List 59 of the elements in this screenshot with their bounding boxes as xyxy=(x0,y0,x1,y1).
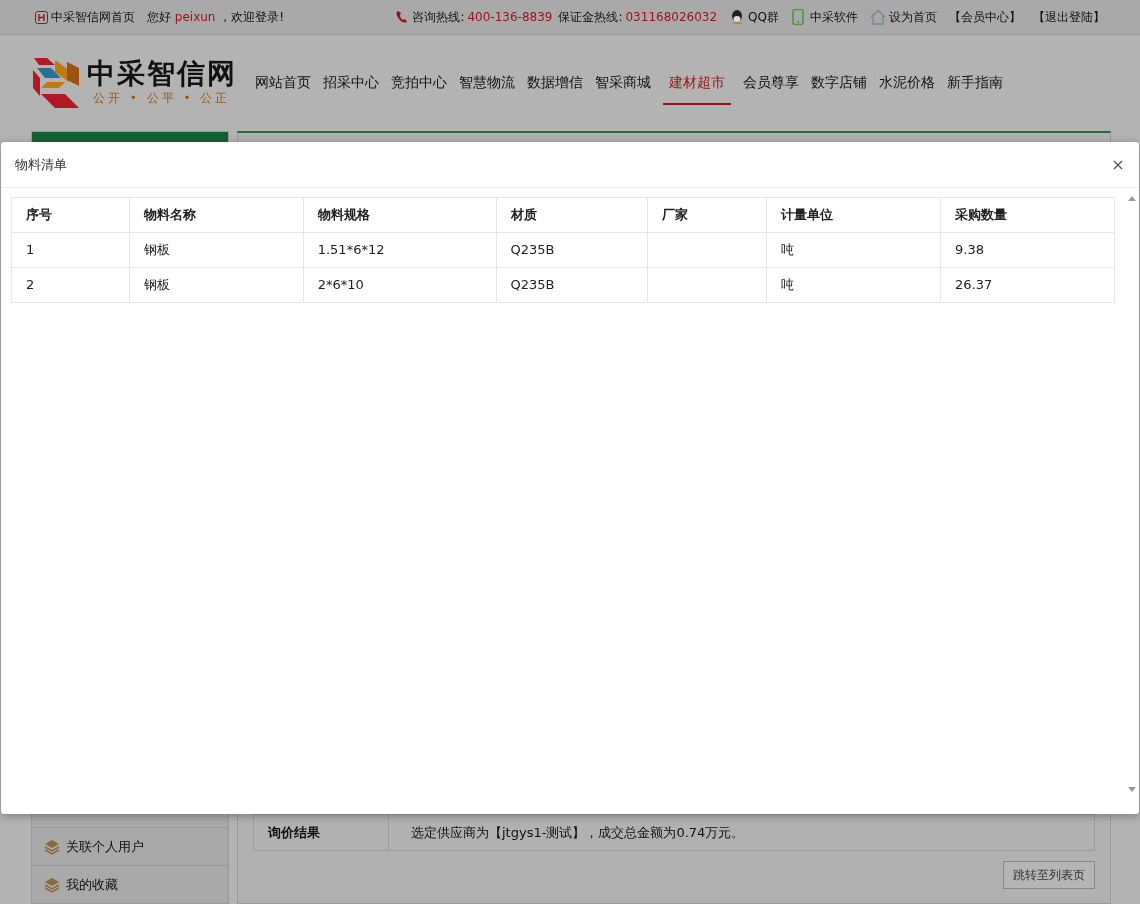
sidebar-item[interactable]: 关联个人用户 xyxy=(32,827,228,865)
scroll-down-icon[interactable] xyxy=(1127,786,1137,794)
table-cell: Q235B xyxy=(496,232,648,268)
nav-link[interactable]: 网站首页 xyxy=(255,61,311,105)
top-link[interactable]: QQ群 xyxy=(748,8,779,26)
nav-link[interactable]: 智慧物流 xyxy=(459,61,515,105)
list-page-button[interactable]: 跳转至列表页 xyxy=(1003,861,1095,889)
scroll-up-icon[interactable] xyxy=(1127,194,1137,202)
mobile-icon xyxy=(791,9,807,25)
nav-link[interactable]: 水泥价格 xyxy=(879,61,935,105)
top-link[interactable]: 【退出登陆】 xyxy=(1033,8,1105,26)
nav-link[interactable]: 会员尊享 xyxy=(743,61,799,105)
logo-icon xyxy=(35,10,48,24)
table-cell: 钢板 xyxy=(129,232,304,268)
table-cell: Q235B xyxy=(496,267,648,303)
nav-link[interactable]: 建材超市 xyxy=(663,61,731,105)
home-link[interactable]: 中采智信网首页 xyxy=(51,8,135,26)
column-header: 材质 xyxy=(496,197,648,233)
table-cell: 1.51*6*12 xyxy=(303,232,497,268)
logo-icon xyxy=(31,58,81,108)
table-cell: 1 xyxy=(11,232,130,268)
table-cell: 2*6*10 xyxy=(303,267,497,303)
column-header: 厂家 xyxy=(647,197,767,233)
table-cell: 钢板 xyxy=(129,267,304,303)
table-cell: 吨 xyxy=(766,267,941,303)
logo-slogan: 公开 • 公平 • 公正 xyxy=(92,90,232,108)
nav-link[interactable]: 竞拍中心 xyxy=(391,61,447,105)
top-link[interactable]: 中采软件 xyxy=(810,8,858,26)
greeting-text: 您好 peixun ，欢迎登录! xyxy=(147,9,285,26)
hotline-number: 400-136-8839 xyxy=(467,9,553,26)
top-link[interactable]: 设为首页 xyxy=(889,8,937,26)
phone-icon xyxy=(395,10,410,24)
top-link[interactable]: 【会员中心】 xyxy=(949,8,1021,26)
table-cell: 9.38 xyxy=(940,232,1115,268)
column-header: 序号 xyxy=(11,197,130,233)
close-icon[interactable] xyxy=(1113,159,1123,170)
hotline-number: 031168026032 xyxy=(625,9,718,26)
table-cell: 吨 xyxy=(766,232,941,268)
layers-icon xyxy=(44,876,60,893)
nav-link[interactable]: 智采商城 xyxy=(595,61,651,105)
hotline-label: 保证金热线: xyxy=(558,9,623,26)
modal-title: 物料清单 xyxy=(15,155,67,174)
column-header: 物料规格 xyxy=(303,197,497,233)
table-cell: 26.37 xyxy=(940,267,1115,303)
column-header: 物料名称 xyxy=(129,197,304,233)
result-value: 选定供应商为【jtgys1-测试】，成交总金额为0.74万元。 xyxy=(410,823,745,842)
nav-link[interactable]: 招采中心 xyxy=(323,61,379,105)
result-label: 询价结果 xyxy=(254,815,389,850)
layers-icon xyxy=(44,838,60,855)
logo-name: 中采智信网 xyxy=(87,58,237,90)
hotline-label: 咨询热线: xyxy=(412,9,465,26)
column-header: 计量单位 xyxy=(766,197,941,233)
column-header: 采购数量 xyxy=(940,197,1115,233)
sidebar-item[interactable]: 我的收藏 xyxy=(32,865,228,903)
nav-link[interactable]: 数据增信 xyxy=(527,61,583,105)
nav-link[interactable]: 数字店铺 xyxy=(811,61,867,105)
table-cell: 2 xyxy=(11,267,130,303)
nav-link[interactable]: 新手指南 xyxy=(947,61,1003,105)
home-icon xyxy=(870,9,886,25)
